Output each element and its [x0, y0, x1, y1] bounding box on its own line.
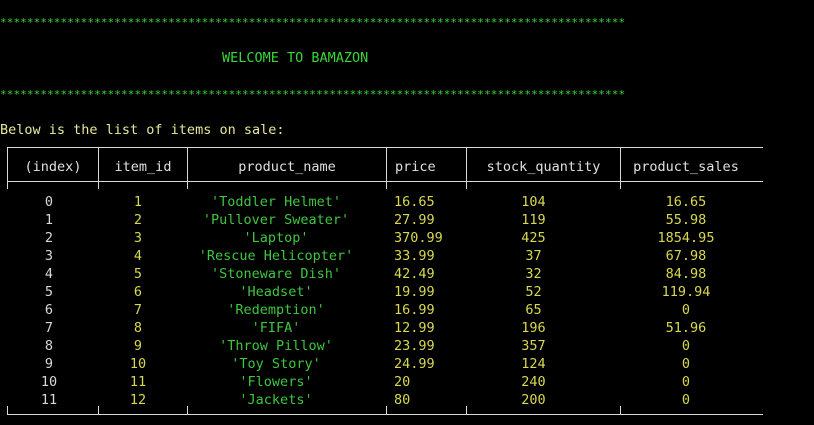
- cell-product-sales: 1854.95: [657, 230, 715, 246]
- table-header-border: [7, 181, 763, 182]
- cell-index: 6: [44, 302, 54, 318]
- table-divider: [386, 406, 387, 414]
- cell-price: 16.65: [394, 194, 435, 210]
- cell-index: 10: [40, 374, 58, 390]
- cell-price: 20: [394, 374, 411, 390]
- cell-stock-quantity: 240: [521, 374, 546, 390]
- table-divider: [386, 181, 387, 189]
- cell-stock-quantity: 196: [521, 320, 546, 336]
- cell-product-sales: 84.98: [665, 266, 707, 282]
- table-divider: [98, 181, 99, 189]
- column-header-index: (index): [24, 159, 82, 175]
- table-divider: [466, 181, 467, 189]
- column-header-stock-quantity: stock_quantity: [486, 159, 601, 175]
- cell-item-id: 11: [129, 374, 147, 390]
- cell-stock-quantity: 119: [521, 212, 546, 228]
- table-top-border: [7, 147, 763, 148]
- cell-price: 23.99: [394, 338, 435, 354]
- table-divider: [7, 181, 8, 189]
- column-header-product-name: product_name: [238, 159, 336, 175]
- cell-index: 4: [44, 266, 54, 282]
- cell-index: 3: [44, 248, 54, 264]
- cell-index: 7: [44, 320, 54, 336]
- cell-product-sales: 16.65: [665, 194, 707, 210]
- cell-item-id: 10: [129, 356, 147, 372]
- cell-index: 9: [44, 356, 54, 372]
- cell-stock-quantity: 357: [521, 338, 546, 354]
- cell-product-sales: 0: [681, 392, 691, 408]
- cell-item-id: 12: [129, 392, 147, 408]
- cell-index: 2: [44, 230, 54, 246]
- cell-price: 80: [394, 392, 411, 408]
- cell-product-name: 'Rescue Helicopter': [198, 248, 354, 264]
- cell-product-sales: 55.98: [665, 212, 707, 228]
- cell-item-id: 6: [133, 284, 143, 300]
- cell-price: 33.99: [394, 248, 435, 264]
- cell-product-sales: 0: [681, 338, 691, 354]
- cell-product-sales: 119.94: [661, 284, 711, 300]
- cell-product-sales: 51.96: [665, 320, 707, 336]
- table-divider: [187, 181, 188, 189]
- cell-stock-quantity: 425: [521, 230, 546, 246]
- cell-item-id: 9: [133, 338, 143, 354]
- cell-item-id: 4: [133, 248, 143, 264]
- column-header-item-id: item_id: [114, 159, 172, 175]
- cell-product-name: 'Laptop': [243, 230, 309, 246]
- cell-stock-quantity: 200: [521, 392, 546, 408]
- cell-price: 27.99: [394, 212, 435, 228]
- cell-index: 11: [40, 392, 58, 408]
- table-bottom-border: [7, 414, 763, 415]
- cell-index: 0: [44, 194, 54, 210]
- cell-product-name: 'Headset': [239, 284, 313, 300]
- cell-price: 24.99: [394, 356, 435, 372]
- cell-price: 42.49: [394, 266, 435, 282]
- cell-product-sales: 0: [681, 302, 691, 318]
- cell-item-id: 1: [133, 194, 143, 210]
- cell-product-name: 'Flowers': [239, 374, 313, 390]
- cell-product-sales: 67.98: [665, 248, 707, 264]
- column-header-product-sales: product_sales: [633, 159, 739, 175]
- welcome-title: WELCOME TO BAMAZON: [222, 50, 369, 66]
- cell-index: 1: [44, 212, 54, 228]
- cell-price: 12.99: [394, 320, 435, 336]
- cell-price: 16.99: [394, 302, 435, 318]
- cell-product-sales: 0: [681, 356, 691, 372]
- cell-product-name: 'FIFA': [251, 320, 301, 336]
- cell-product-sales: 0: [681, 374, 691, 390]
- cell-stock-quantity: 52: [525, 284, 542, 300]
- cell-item-id: 8: [133, 320, 143, 336]
- cell-product-name: 'Throw Pillow': [219, 338, 333, 354]
- cell-stock-quantity: 37: [525, 248, 542, 264]
- cell-item-id: 5: [133, 266, 143, 282]
- cell-item-id: 7: [133, 302, 143, 318]
- cell-product-name: 'Pullover Sweater': [202, 212, 350, 228]
- cell-product-name: 'Jackets': [239, 392, 313, 408]
- cell-product-name: 'Toddler Helmet': [210, 194, 342, 210]
- intro-text: Below is the list of items on sale:: [0, 122, 285, 138]
- cell-price: 19.99: [394, 284, 435, 300]
- cell-stock-quantity: 32: [525, 266, 542, 282]
- cell-product-name: 'Redemption': [227, 302, 325, 318]
- cell-item-id: 3: [133, 230, 143, 246]
- banner-stars-bottom: ****************************************…: [0, 88, 626, 101]
- cell-product-name: 'Toy Story': [231, 356, 321, 372]
- banner-stars-top: ****************************************…: [0, 16, 626, 29]
- column-header-price: price: [395, 159, 436, 175]
- cell-stock-quantity: 124: [521, 356, 546, 372]
- cell-stock-quantity: 65: [525, 302, 542, 318]
- cell-index: 5: [44, 284, 54, 300]
- cell-product-name: 'Stoneware Dish': [210, 266, 342, 282]
- table-divider: [620, 181, 621, 189]
- cell-stock-quantity: 104: [521, 194, 546, 210]
- cell-price: 370.99: [394, 230, 443, 246]
- cell-index: 8: [44, 338, 54, 354]
- cell-item-id: 2: [133, 212, 143, 228]
